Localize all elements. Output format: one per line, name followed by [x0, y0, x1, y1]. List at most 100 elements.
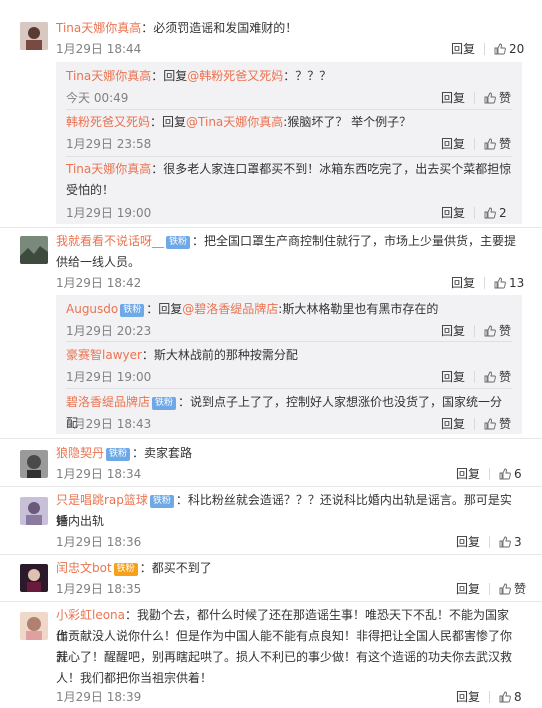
reply-time: 1月29日 19:00	[66, 370, 152, 384]
vip-badge: 铁粉	[113, 563, 138, 576]
like-label[interactable]: 赞	[499, 89, 511, 106]
reply-actions: 回复 赞	[441, 415, 511, 432]
reply-text: Tina天娜你真高：很多老人家连口罩都买不到！冰箱东西吃完了，出去买个菜都担惊	[66, 162, 512, 176]
username-link[interactable]: Tina天娜你真高	[66, 162, 151, 176]
username-link[interactable]: 我就看看不说话呀__	[56, 234, 164, 248]
reply-button[interactable]: 回复	[456, 465, 480, 482]
mention-link[interactable]: @碧洛香缇品牌店	[182, 302, 278, 316]
comment-text: 狼隐契丹 铁粉 ：卖家套路	[56, 446, 193, 461]
reply-time: 1月29日 18:43	[66, 417, 152, 431]
reply-actions: 回复 赞	[441, 322, 511, 339]
reply-text-cont: 受怕的！	[66, 183, 115, 197]
like-count: 2	[499, 205, 507, 220]
thumb-up-icon[interactable]	[494, 277, 506, 289]
comment-text-cont: 人！我们都把你当祖宗供着！	[56, 671, 213, 685]
like-label[interactable]: 赞	[499, 368, 511, 385]
reply-text: 韩粉死爸又死妈：回复@Tina天娜你真高:猴脑坏了？ 举个例子？	[66, 115, 412, 129]
comment-time: 1月29日 18:39	[56, 690, 142, 704]
fan-badge: 铁粉	[106, 448, 131, 461]
username-link[interactable]: Tina天娜你真高	[66, 69, 151, 83]
reply-button[interactable]: 回复	[456, 533, 480, 550]
like-label[interactable]: 赞	[499, 415, 511, 432]
comment-time: 1月29日 18:42	[56, 276, 142, 290]
username-link[interactable]: 韩粉死爸又死妈	[66, 115, 150, 129]
comment-text-cont: 供给一线人员。	[56, 255, 141, 269]
thumb-up-icon[interactable]	[484, 92, 496, 104]
reply-time: 今天 00:49	[66, 91, 129, 105]
fan-badge: 铁粉	[166, 236, 191, 249]
mention-link[interactable]: @Tina天娜你真高	[186, 115, 283, 129]
like-count: 20	[509, 41, 525, 56]
username-link[interactable]: 闰忠文bot	[56, 561, 112, 575]
reply-text: 豪赛智lawyer：斯大林战前的那种按需分配	[66, 348, 298, 362]
reply-button[interactable]: 回复	[441, 368, 465, 385]
thumb-up-icon[interactable]	[484, 371, 496, 383]
username-link[interactable]: 只是唱跳rap篮球	[56, 493, 148, 507]
thumb-up-icon[interactable]	[484, 138, 496, 150]
reply-actions: 回复 赞	[441, 135, 511, 152]
comment-actions: 回复 20	[451, 40, 524, 57]
thumb-up-icon[interactable]	[499, 536, 511, 548]
reply-actions: 回复 2	[441, 204, 507, 221]
user-avatar[interactable]	[20, 450, 48, 478]
like-count: 13	[509, 275, 525, 290]
comment-list: Tina天娜你真高：必须罚造谣和发国难财的！ 1月29日 18:44 回复 20…	[0, 0, 542, 708]
like-label[interactable]: 赞	[499, 135, 511, 152]
thumb-up-icon[interactable]	[499, 583, 511, 595]
reply-actions: 回复 赞	[441, 89, 511, 106]
user-avatar[interactable]	[20, 22, 48, 50]
mention-link[interactable]: @韩粉死爸又死妈	[187, 69, 283, 83]
reply-thread: Augusdo 铁粉 ：回复@碧洛香缇品牌店:斯大林格勒里也有黑市存在的 1月29日…	[56, 295, 522, 434]
reply-text: Tina天娜你真高：回复@韩粉死爸又死妈：？？？	[66, 69, 332, 83]
comment-text: Tina天娜你真高：必须罚造谣和发国难财的！	[56, 21, 298, 35]
username-link[interactable]: 狼隐契丹	[56, 446, 104, 460]
comment-text: 闰忠文bot 铁粉 ：都买不到了	[56, 561, 212, 576]
user-avatar[interactable]	[20, 564, 48, 592]
reply-button[interactable]: 回复	[456, 580, 480, 597]
like-count: 6	[514, 466, 522, 481]
thumb-up-icon[interactable]	[484, 325, 496, 337]
reply-button[interactable]: 回复	[451, 40, 475, 57]
reply-button[interactable]: 回复	[456, 688, 480, 705]
reply-button[interactable]: 回复	[441, 322, 465, 339]
comment-actions: 回复 8	[456, 688, 522, 705]
user-avatar[interactable]	[20, 236, 48, 264]
reply-button[interactable]: 回复	[441, 89, 465, 106]
thumb-up-icon[interactable]	[499, 468, 511, 480]
comment-time: 1月29日 18:34	[56, 467, 142, 481]
reply-button[interactable]: 回复	[441, 415, 465, 432]
like-count: 8	[514, 689, 522, 704]
reply-time: 1月29日 23:58	[66, 137, 152, 151]
fan-badge: 铁粉	[152, 397, 177, 410]
username-link[interactable]: 碧洛香缇品牌店	[66, 395, 150, 409]
thumb-up-icon[interactable]	[484, 418, 496, 430]
reply-button[interactable]: 回复	[451, 274, 475, 291]
comment-time: 1月29日 18:44	[56, 42, 142, 56]
fan-badge: 铁粉	[120, 304, 145, 317]
like-label[interactable]: 赞	[499, 322, 511, 339]
like-count: 3	[514, 534, 522, 549]
fan-badge: 铁粉	[149, 495, 174, 508]
user-avatar[interactable]	[20, 497, 48, 525]
user-avatar[interactable]	[20, 612, 48, 640]
comment-actions: 回复 赞	[456, 580, 526, 597]
reply-button[interactable]: 回复	[441, 135, 465, 152]
comment-text: 我就看看不说话呀__ 铁粉 ：把全国口罩生产商控制住就行了，市场上少量供货，主要提	[56, 234, 517, 249]
reply-button[interactable]: 回复	[441, 204, 465, 221]
comment-actions: 回复 6	[456, 465, 522, 482]
comment-text-cont: 婚内出轨	[56, 514, 105, 528]
comment-text-cont: 开心了！醒醒吧，别再瞎起哄了。损人不利已的事少做！有这个造谣的功夫你去武汉救	[56, 650, 513, 664]
username-link[interactable]: 豪赛智lawyer	[66, 348, 142, 362]
username-link[interactable]: Tina天娜你真高	[56, 21, 141, 35]
username-link[interactable]: Augusdo	[66, 302, 118, 316]
comment-time: 1月29日 18:36	[56, 535, 142, 549]
like-label[interactable]: 赞	[514, 580, 526, 597]
thumb-up-icon[interactable]	[484, 207, 496, 219]
thumb-up-icon[interactable]	[494, 43, 506, 55]
username-link[interactable]: 小彩虹leona	[56, 608, 125, 622]
comment-actions: 回复 3	[456, 533, 522, 550]
reply-text: Augusdo 铁粉 ：回复@碧洛香缇品牌店:斯大林格勒里也有黑市存在的	[66, 302, 439, 317]
reply-thread: Tina天娜你真高：回复@韩粉死爸又死妈：？？？ 今天 00:49 回复赞 韩粉…	[56, 62, 522, 224]
thumb-up-icon[interactable]	[499, 691, 511, 703]
comment-actions: 回复 13	[451, 274, 524, 291]
